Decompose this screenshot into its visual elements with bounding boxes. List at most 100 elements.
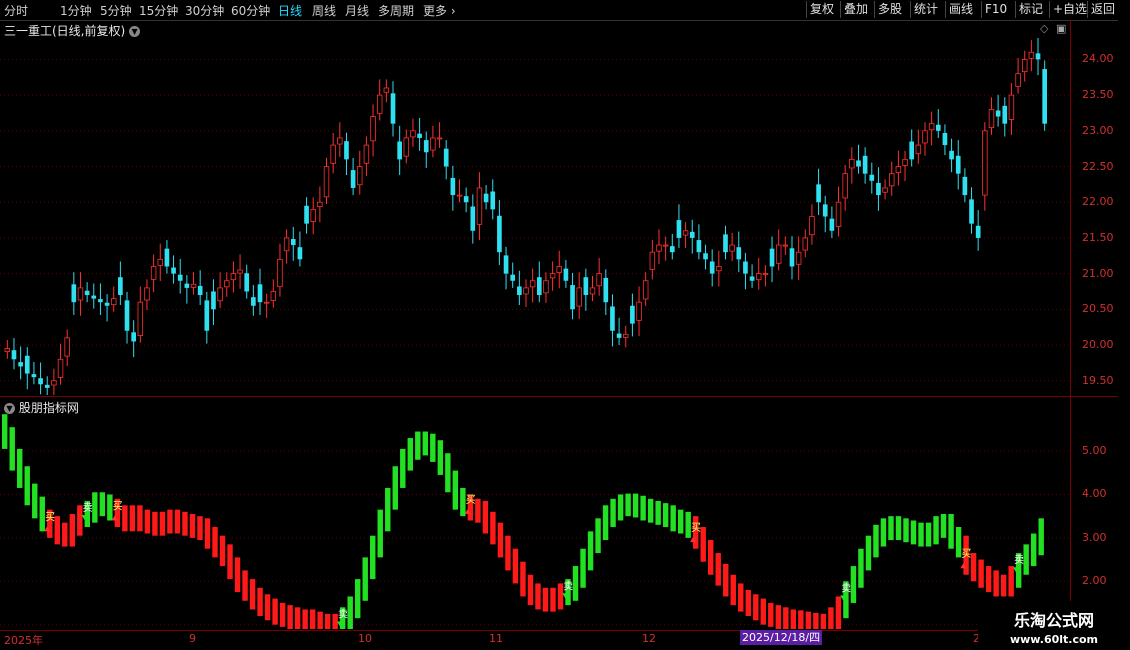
indicator-bar: [62, 522, 68, 547]
candle: [662, 236, 669, 261]
tool-f10[interactable]: F10: [981, 1, 1010, 18]
candle: [397, 125, 402, 176]
watermark-url: www.60lt.com: [1009, 633, 1099, 646]
candle: [576, 272, 582, 319]
candle: [969, 187, 974, 234]
candle: [955, 140, 961, 190]
candle: [131, 320, 136, 358]
candle: [1021, 50, 1028, 82]
candle: [376, 79, 383, 121]
panel-divider: [0, 396, 1118, 397]
candle: [610, 294, 615, 347]
indicator-bar: [768, 602, 774, 627]
indicator-tick: 2.00: [1082, 574, 1107, 588]
indicator-bar: [985, 566, 992, 593]
indicator-bar: [542, 587, 549, 612]
candle: [782, 236, 789, 256]
indicator-bar: [715, 553, 721, 586]
candle: [876, 167, 881, 211]
period-weekly[interactable]: 周线: [312, 2, 336, 19]
indicator-bar: [858, 548, 864, 588]
sell-signal-label: 卖: [338, 608, 348, 620]
diamond-icon[interactable]: ◇: [1040, 22, 1048, 35]
candle: [503, 246, 509, 290]
price-tick: 19.50: [1082, 373, 1114, 387]
main-chart-title: 三一重工(日线,前复权) ▼: [4, 22, 141, 39]
indicator-tick: 3.00: [1082, 530, 1107, 544]
candle: [762, 265, 769, 287]
indicator-bar: [204, 518, 211, 549]
candle: [682, 222, 689, 248]
indicator-bar: [753, 594, 759, 621]
period-monthly[interactable]: 月线: [345, 2, 369, 19]
candle: [915, 129, 922, 164]
candle: [689, 219, 695, 254]
tool-back[interactable]: 返回: [1087, 1, 1118, 18]
candle: [283, 229, 290, 264]
indicator-bar: [1000, 574, 1007, 597]
price-tick: 23.50: [1082, 88, 1114, 102]
candle: [211, 279, 216, 326]
candle: [456, 179, 463, 203]
period-5min[interactable]: 5分钟: [100, 2, 132, 19]
window-icon[interactable]: ▣: [1056, 22, 1066, 35]
candle: [802, 229, 809, 258]
period-daily[interactable]: 日线: [278, 2, 302, 19]
candle: [842, 165, 848, 211]
candle: [91, 283, 97, 309]
period-multi[interactable]: 多周期: [378, 2, 414, 19]
price-tick: 21.50: [1082, 230, 1114, 244]
tool-add-favorite[interactable]: +自选: [1049, 1, 1090, 18]
tool-overlay[interactable]: 叠加: [840, 1, 871, 18]
tool-mark[interactable]: 标记: [1015, 1, 1046, 18]
tool-draw[interactable]: 画线: [945, 1, 976, 18]
indicator-bar: [738, 583, 744, 612]
indicator-bar: [828, 607, 834, 629]
candle: [230, 261, 237, 293]
indicator-bar: [167, 509, 173, 534]
candle: [363, 136, 370, 177]
candlestick-chart: [0, 38, 1070, 395]
candle: [676, 204, 682, 248]
indicator-bar: [535, 583, 541, 610]
tool-fuquan[interactable]: 复权: [806, 1, 837, 18]
more-button[interactable]: 更多 ›: [423, 2, 456, 19]
candle: [816, 168, 821, 216]
indicator-bar: [257, 587, 263, 616]
indicator-bar: [227, 544, 233, 580]
indicator-bar: [790, 609, 797, 629]
indicator-chart: 买卖 买卖买卖买卖买卖: [0, 414, 1070, 629]
candle: [630, 293, 635, 337]
period-60min[interactable]: 60分钟: [231, 2, 270, 19]
period-fenshi[interactable]: 分时: [4, 2, 28, 19]
candle: [696, 224, 702, 260]
chevron-down-icon[interactable]: ▼: [129, 26, 141, 37]
period-1min[interactable]: 1分钟: [60, 2, 92, 19]
candle: [177, 258, 183, 294]
indicator-bar: [572, 566, 579, 601]
period-15min[interactable]: 15分钟: [139, 2, 178, 19]
indicator-bar: [317, 611, 323, 629]
indicator-bar: [445, 453, 451, 493]
candle: [543, 272, 549, 303]
indicator-bar: [948, 513, 954, 549]
tool-stats[interactable]: 统计: [910, 1, 941, 18]
period-30min[interactable]: 30分钟: [185, 2, 224, 19]
cursor-date-badge: 2025/12/18/四: [740, 630, 823, 645]
candle: [529, 268, 536, 303]
candle: [483, 185, 489, 210]
sell-signal-label: 卖: [841, 582, 851, 594]
side-info-strip[interactable]: [1118, 20, 1130, 630]
tool-multi-stock[interactable]: 多股: [874, 1, 905, 18]
candle: [450, 165, 456, 211]
candle: [962, 168, 968, 203]
indicator-bar: [617, 494, 624, 521]
candle: [556, 250, 562, 289]
candle: [244, 264, 250, 299]
candle: [563, 260, 569, 288]
candle: [975, 210, 981, 251]
indicator-bar: [745, 589, 751, 616]
indicator-bar: [918, 522, 924, 547]
indicator-bar: [234, 557, 241, 593]
indicator-bar: [708, 540, 714, 575]
